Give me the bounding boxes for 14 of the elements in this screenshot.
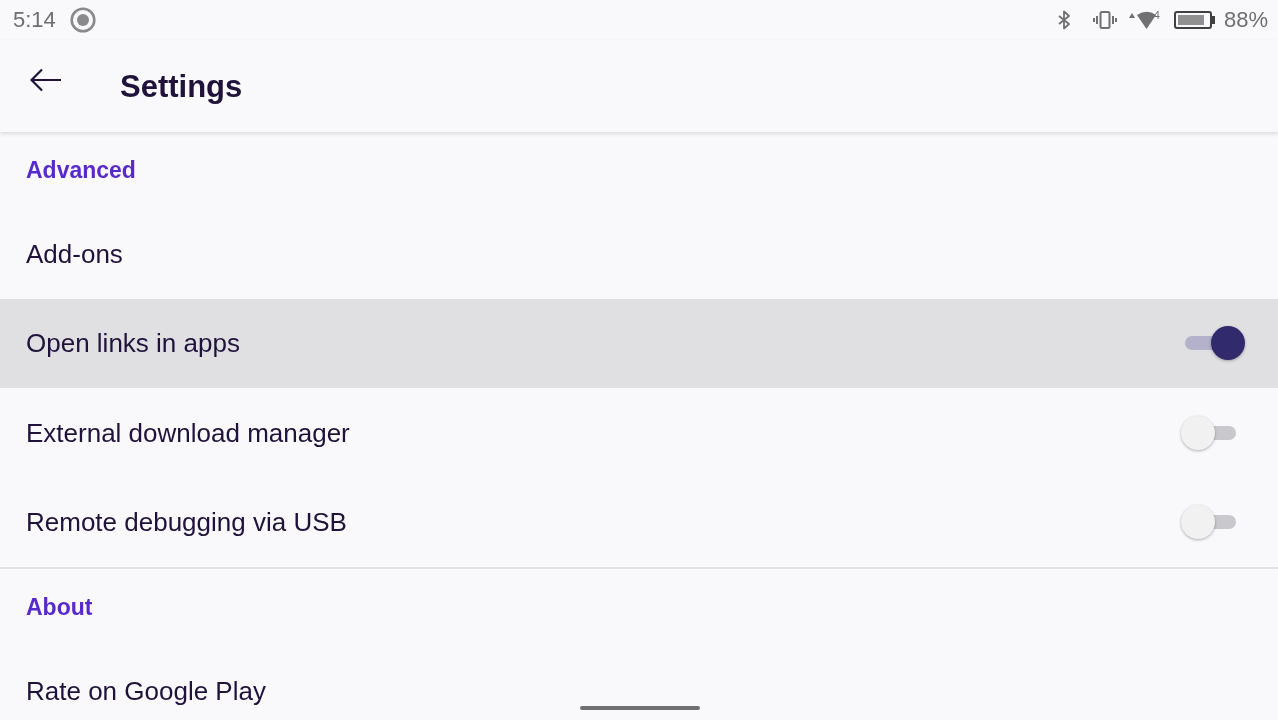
status-time: 5:14 <box>13 9 56 31</box>
signal-icon <box>1127 10 1156 30</box>
page-title: Settings <box>120 70 243 102</box>
network-type-label: 4 <box>1153 10 1160 21</box>
section-header: Advanced <box>26 159 136 182</box>
section-header: About <box>26 596 93 619</box>
gesture-handle[interactable] <box>580 706 700 710</box>
settings-item[interactable]: Open links in apps <box>0 298 1278 388</box>
record-icon <box>69 7 96 33</box>
arrow-left-icon <box>30 68 62 92</box>
battery-icon <box>1173 11 1216 29</box>
bluetooth-icon <box>1056 10 1071 30</box>
battery-percent: 88% <box>1223 9 1268 31</box>
vibrate-icon <box>1092 10 1117 30</box>
